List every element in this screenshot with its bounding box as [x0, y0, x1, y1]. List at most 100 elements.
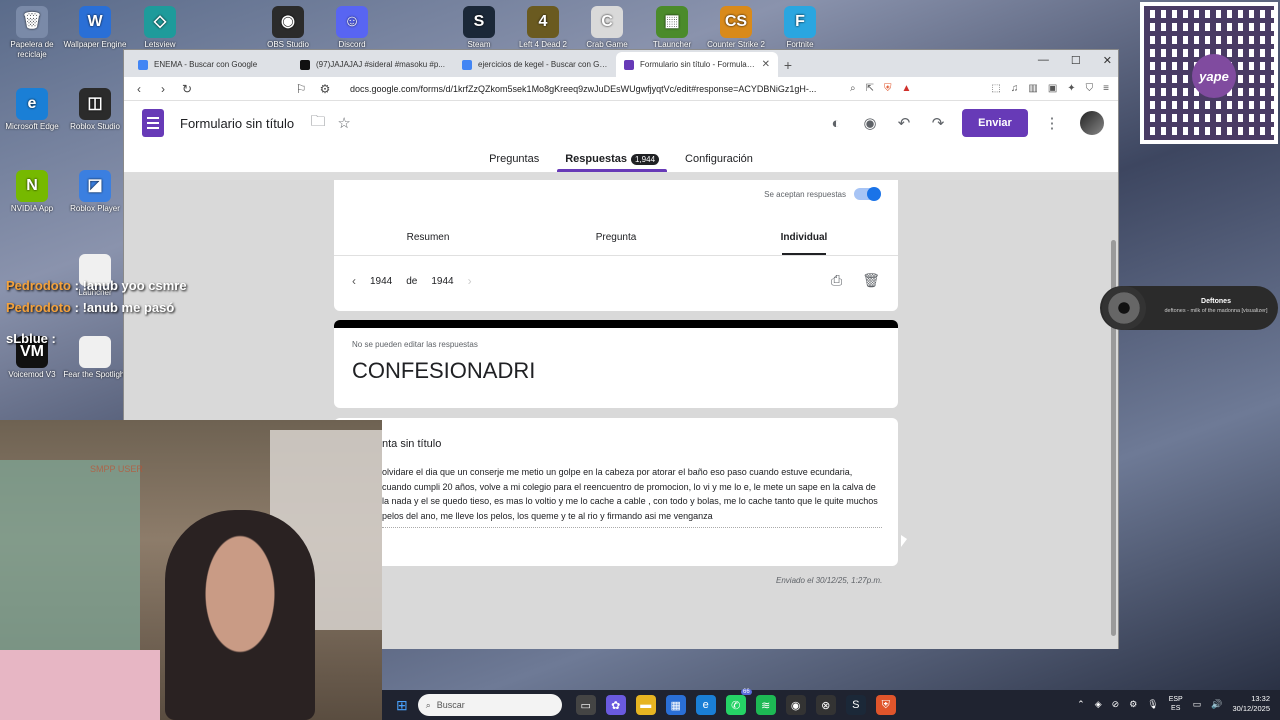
tray-settings-icon[interactable]: ⚙ [1129, 699, 1137, 710]
sidebar-icon[interactable]: ▥ [1028, 83, 1037, 94]
bookmark-icon[interactable]: ⚐ [294, 82, 308, 96]
form-title[interactable]: Formulario sin título [180, 116, 294, 131]
delete-icon[interactable]: 🗑 [862, 272, 880, 289]
subtab-pregunta[interactable]: Pregunta [522, 228, 710, 255]
steam-taskbar-icon[interactable]: S [845, 695, 866, 715]
tray-chevron-icon[interactable]: ⌃ [1077, 699, 1085, 710]
response-title-card: No se pueden editar las respuestas CONFE… [334, 320, 898, 408]
mouse-cursor [901, 535, 907, 547]
copilot-icon[interactable]: ✿ [605, 695, 626, 715]
volume-icon[interactable]: 🔊 [1211, 699, 1222, 710]
desktop-icon-steam[interactable]: S Steam [447, 6, 511, 50]
desktop-icon-roblox-player[interactable]: ◪ Roblox Player [63, 170, 127, 214]
browser-tab[interactable]: ENEMA - Buscar con Google [130, 52, 292, 77]
tab-configuracion[interactable]: Configuración [677, 153, 761, 172]
desktop-icon-fortnite[interactable]: F Fortnite [768, 6, 832, 50]
desktop-icon-nvidia-app[interactable]: N NVIDIA App [0, 170, 64, 214]
brave-shield-icon[interactable]: ⛨ [884, 83, 892, 94]
minimize-icon[interactable]: — [1038, 54, 1049, 67]
more-options-icon[interactable]: ⋮ [1042, 114, 1062, 132]
desktop-icon-counter-strike-2[interactable]: CS Counter Strike 2 [704, 6, 768, 50]
google-forms-icon[interactable] [142, 109, 164, 137]
xbox-icon[interactable]: ⊗ [815, 695, 836, 715]
browser-tab[interactable]: Formulario sin título - Formularios ✕ [616, 52, 778, 77]
url-field[interactable]: docs.google.com/forms/d/1krfZzQZkom5sek1… [350, 84, 840, 94]
task-view-icon[interactable]: ▭ [575, 695, 596, 715]
close-tab-icon[interactable]: ✕ [762, 59, 770, 70]
palette-icon[interactable]: ◐ [826, 115, 846, 132]
desktop-icon-papelera-de-reciclaje[interactable]: 🗑 Papelera de reciclaje [0, 6, 64, 60]
browser-tab[interactable]: (97)JAJAJAJ #sideral #masoku #p... [292, 52, 454, 77]
tab-preguntas[interactable]: Preguntas [481, 153, 547, 172]
extension-icon[interactable]: ⬚ [991, 83, 1000, 94]
media-icon[interactable]: ♫ [1011, 83, 1019, 94]
desktop-icon-left-4-dead-2[interactable]: 4 Left 4 Dead 2 [511, 6, 575, 50]
tab-label: (97)JAJAJAJ #sideral #masoku #p... [316, 60, 445, 69]
desktop-icon-roblox-studio[interactable]: ◫ Roblox Studio [63, 88, 127, 132]
tab-label: ENEMA - Buscar con Google [154, 60, 258, 69]
desktop-icon-discord[interactable]: ☺ Discord [320, 6, 384, 50]
site-settings-icon[interactable]: ⚙ [318, 82, 332, 96]
maximize-icon[interactable]: ☐ [1071, 54, 1081, 67]
redo-icon[interactable]: ↷ [928, 114, 948, 132]
desktop-icon-obs-studio[interactable]: ◉ OBS Studio [256, 6, 320, 50]
undo-icon[interactable]: ↶ [894, 114, 914, 132]
desktop-icon-letsview[interactable]: ◇ Letsview [128, 6, 192, 50]
next-response-icon[interactable]: › [468, 274, 472, 288]
accepting-responses-toggle[interactable] [854, 187, 881, 201]
tab-respuestas[interactable]: Respuestas 1,944 [557, 153, 667, 172]
browser-tab[interactable]: ejercicios de kegel - Buscar con Goo... [454, 52, 616, 77]
obs-taskbar-icon[interactable]: ◉ [785, 695, 806, 715]
send-button[interactable]: Enviar [962, 109, 1028, 137]
subtab-resumen[interactable]: Resumen [334, 228, 522, 255]
file-explorer-icon[interactable]: ▬ [635, 695, 656, 715]
webcam-shelf [0, 460, 140, 660]
windows-start-icon[interactable]: ⊞ [396, 697, 408, 714]
folder-icon[interactable]: 🗀 [308, 111, 328, 136]
subtab-individual[interactable]: Individual [710, 228, 898, 255]
tab-favicon-icon [462, 59, 472, 70]
reload-icon[interactable]: ↻ [180, 82, 194, 96]
print-icon[interactable]: ⎙ [831, 272, 842, 289]
store-icon[interactable]: ▦ [665, 695, 686, 715]
vpn-icon[interactable]: ⛉ [1086, 83, 1094, 94]
answer-text: olvidare el dia que un conserje me metio… [382, 465, 882, 529]
language-indicator[interactable]: ESP ES [1169, 695, 1183, 713]
spotify-icon[interactable]: ≋ [755, 695, 776, 715]
share-icon[interactable]: ⇱ [866, 83, 874, 94]
app-icon: F [784, 6, 816, 38]
forward-icon[interactable]: › [156, 82, 170, 96]
desktop-icon-tlauncher[interactable]: ▦ TLauncher [640, 6, 704, 50]
edge-taskbar-icon[interactable]: e [695, 695, 716, 715]
tray-app-icon[interactable]: ◈ [1095, 699, 1102, 710]
desktop-icon-fear-the-spotlight[interactable]: Fear the Spotlight [63, 336, 127, 380]
brave-taskbar-icon[interactable]: ⛨ [875, 695, 896, 715]
menu-icon[interactable]: ≡ [1103, 83, 1109, 94]
taskbar-clock[interactable]: 13:32 30/12/2025 [1232, 694, 1270, 714]
back-icon[interactable]: ‹ [132, 82, 146, 96]
avatar[interactable] [1080, 111, 1104, 135]
current-response-number[interactable]: 1944 [370, 276, 392, 287]
star-icon[interactable]: ☆ [334, 114, 354, 132]
tray-network-icon[interactable]: ⊘ [1112, 699, 1120, 710]
desktop-icon-wallpaper-engine[interactable]: W Wallpaper Engine [63, 6, 127, 50]
close-window-icon[interactable]: ✕ [1103, 54, 1112, 67]
app-icon: CS [720, 6, 752, 38]
app-icon: 🗑 [16, 6, 48, 38]
whatsapp-icon[interactable]: ✆ 66 [725, 689, 752, 715]
zoom-icon[interactable]: ⌕ [850, 83, 856, 94]
desktop-icon-label: Microsoft Edge [5, 122, 59, 131]
desktop-icon-label: Roblox Studio [70, 122, 120, 131]
tab-label: Formulario sin título - Formularios [640, 60, 756, 69]
taskbar-search[interactable]: ⌕ Buscar [417, 694, 562, 716]
display-icon[interactable]: ▭ [1193, 699, 1202, 710]
new-tab-button[interactable]: + [778, 52, 798, 77]
desktop-icon-microsoft-edge[interactable]: e Microsoft Edge [0, 88, 64, 132]
previous-response-icon[interactable]: ‹ [352, 274, 356, 288]
leo-icon[interactable]: ✦ [1067, 83, 1075, 94]
brave-rewards-icon[interactable]: ▲ [902, 83, 912, 94]
microphone-icon[interactable]: 🎙 [1147, 699, 1158, 710]
wallet-icon[interactable]: ▣ [1048, 83, 1057, 94]
preview-eye-icon[interactable]: ◉ [860, 114, 880, 132]
desktop-icon-crab-game[interactable]: C Crab Game [575, 6, 639, 50]
